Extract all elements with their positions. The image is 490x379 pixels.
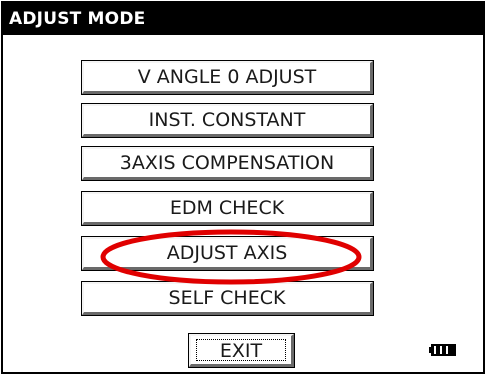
exit-button-label: EXIT xyxy=(196,339,286,362)
window-title: ADJUST MODE xyxy=(3,3,483,35)
battery-full-icon xyxy=(429,344,456,356)
adjust-axis-button[interactable]: ADJUST AXIS xyxy=(82,237,373,270)
exit-button[interactable]: EXIT xyxy=(189,334,294,367)
v-angle-0-adjust-button[interactable]: V ANGLE 0 ADJUST xyxy=(82,61,373,94)
inst-constant-button[interactable]: INST. CONSTANT xyxy=(82,104,373,137)
3axis-compensation-button[interactable]: 3AXIS COMPENSATION xyxy=(82,147,373,180)
edm-check-button[interactable]: EDM CHECK xyxy=(82,192,373,225)
self-check-button[interactable]: SELF CHECK xyxy=(82,282,373,315)
adjust-mode-screen: ADJUST MODE xyxy=(1,1,485,374)
